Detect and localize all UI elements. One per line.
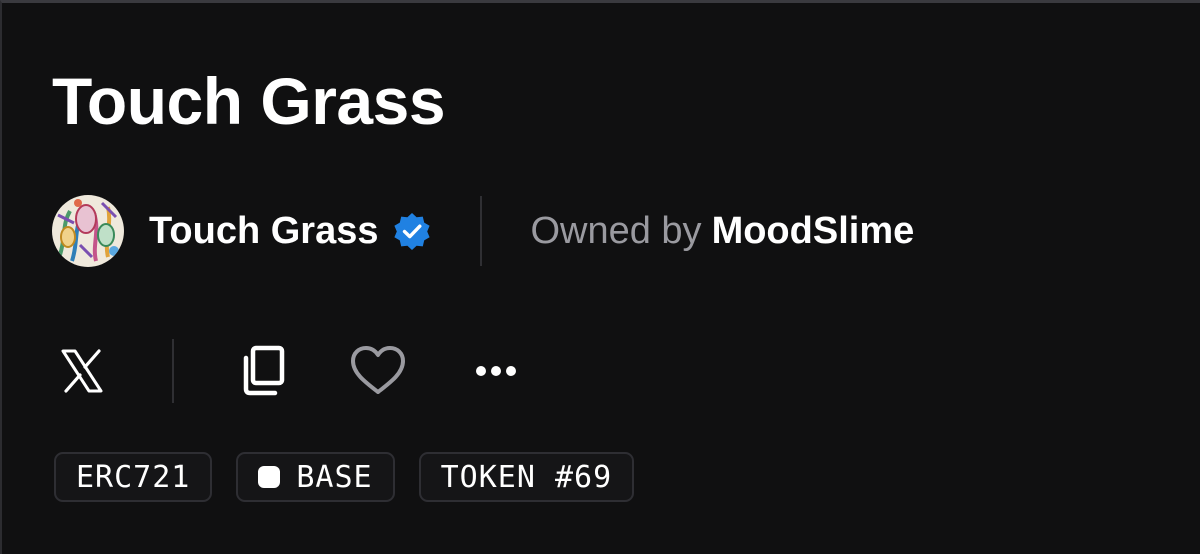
tags-row: ERC721 BASE TOKEN #69 (54, 452, 658, 502)
token-id-label: TOKEN #69 (440, 459, 613, 495)
vertical-divider (480, 196, 483, 266)
token-standard-tag: ERC721 (54, 452, 213, 502)
item-header-panel: Touch Grass Touch Grass Owned by MoodSli… (0, 0, 1200, 554)
more-icon (476, 366, 516, 376)
copy-icon (243, 345, 285, 396)
chain-tag[interactable]: BASE (236, 452, 395, 502)
owned-by-text: Owned by MoodSlime (530, 210, 914, 253)
collection-avatar[interactable] (52, 195, 124, 267)
copy-link-button[interactable] (236, 343, 292, 399)
owner-name-link[interactable]: MoodSlime (712, 210, 915, 252)
token-id-tag: TOKEN #69 (418, 452, 635, 502)
collection-name-link[interactable]: Touch Grass (149, 210, 378, 253)
heart-icon (351, 346, 405, 394)
owned-by-label: Owned by (530, 209, 702, 252)
actions-divider (172, 339, 174, 403)
token-standard-label: ERC721 (76, 459, 191, 495)
base-chain-icon (258, 466, 281, 488)
collection-row: Touch Grass Owned by MoodSlime (52, 195, 914, 267)
more-options-button[interactable] (466, 341, 526, 401)
actions-row (52, 339, 526, 403)
favorite-button[interactable] (348, 341, 408, 401)
page-title: Touch Grass (52, 64, 446, 138)
x-share-button[interactable] (52, 341, 112, 401)
x-logo-icon (61, 349, 103, 393)
verified-badge-icon (392, 211, 432, 251)
collection-avatar-art (52, 195, 124, 267)
chain-label: BASE (296, 459, 373, 495)
